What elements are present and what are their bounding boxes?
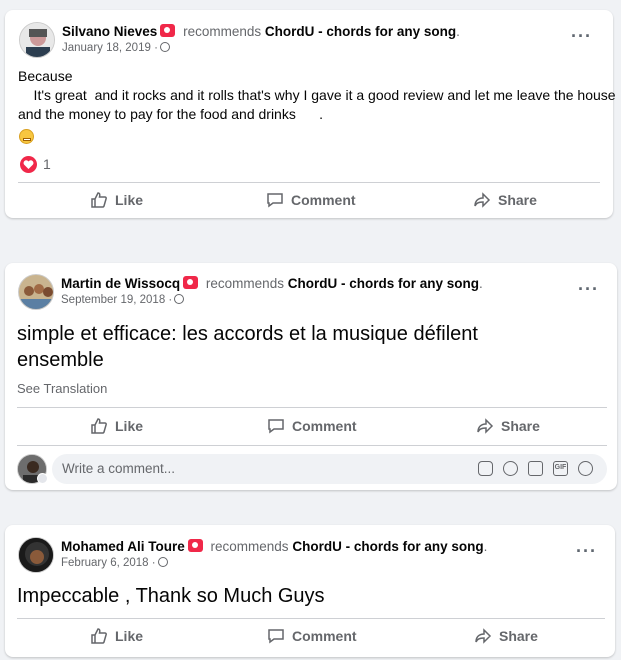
share-button[interactable]: Share bbox=[473, 191, 537, 209]
avatar[interactable] bbox=[19, 22, 55, 58]
post-text: Impeccable , Thank so Much Guys bbox=[17, 583, 325, 609]
gif-icon[interactable]: GIF bbox=[553, 461, 568, 476]
comment-label: Comment bbox=[292, 418, 357, 434]
recommend-badge-icon bbox=[187, 539, 203, 552]
grimacing-face-emoji bbox=[19, 129, 34, 144]
recommend-badge-icon bbox=[183, 276, 199, 289]
post-date[interactable]: January 18, 2019 · bbox=[62, 42, 158, 54]
comment-icon bbox=[268, 419, 284, 434]
recommend-badge-icon bbox=[160, 24, 176, 37]
comment-label: Comment bbox=[292, 628, 357, 644]
emoji-icon[interactable] bbox=[503, 461, 518, 476]
comment-button[interactable]: Comment bbox=[267, 417, 357, 435]
post-card: Martin de Wissocq recommends ChordU - ch… bbox=[5, 263, 617, 490]
recommends-label: recommends bbox=[183, 24, 262, 39]
post-card: Silvano Nieves recommends ChordU - chord… bbox=[5, 10, 616, 218]
post-text: simple et efficace: les accords et la mu… bbox=[17, 321, 478, 373]
share-button[interactable]: Share bbox=[474, 627, 538, 645]
recommends-label: recommends bbox=[210, 539, 289, 554]
share-label: Share bbox=[501, 418, 540, 434]
comment-button[interactable]: Comment bbox=[266, 191, 356, 209]
reaction-count[interactable]: 1 bbox=[43, 156, 51, 172]
avatar[interactable] bbox=[18, 274, 54, 310]
like-label: Like bbox=[115, 628, 144, 644]
author-name[interactable]: Martin de Wissocq bbox=[61, 276, 180, 291]
comment-input[interactable]: Write a comment... GIF bbox=[52, 454, 607, 484]
post-text-line: Impeccable , Thank so Much Guys bbox=[17, 585, 325, 607]
share-icon bbox=[474, 192, 491, 208]
comment-label: Comment bbox=[291, 192, 356, 208]
post-text-line: It's great and it rocks and it rolls tha… bbox=[18, 87, 616, 103]
app-name[interactable]: ChordU - chords for any song bbox=[288, 276, 479, 291]
avatar[interactable] bbox=[18, 537, 54, 573]
thumbs-up-icon bbox=[91, 192, 107, 208]
share-icon bbox=[477, 418, 494, 434]
post-text-line: ensemble bbox=[17, 349, 104, 371]
see-translation-link[interactable]: See Translation bbox=[17, 381, 107, 396]
post-text-line: Because bbox=[18, 68, 73, 84]
comment-icon bbox=[268, 629, 284, 644]
comment-placeholder: Write a comment... bbox=[62, 461, 176, 476]
globe-icon bbox=[159, 42, 170, 52]
post-date[interactable]: February 6, 2018 · bbox=[61, 557, 156, 569]
post-text-line: and the money to pay for the food and dr… bbox=[18, 106, 324, 122]
love-reaction-icon[interactable] bbox=[20, 156, 37, 173]
more-options-button[interactable]: ··· bbox=[576, 541, 597, 562]
author-name[interactable]: Mohamed Ali Toure bbox=[61, 539, 185, 554]
globe-icon bbox=[157, 557, 168, 567]
comment-button[interactable]: Comment bbox=[267, 627, 357, 645]
post-date[interactable]: September 19, 2018 · bbox=[61, 294, 172, 306]
post-card: Mohamed Ali Toure recommends ChordU - ch… bbox=[5, 525, 615, 657]
like-label: Like bbox=[115, 418, 144, 434]
thumbs-up-icon bbox=[91, 628, 107, 644]
more-options-button[interactable]: ··· bbox=[571, 26, 592, 47]
sticker-face-icon[interactable] bbox=[578, 461, 593, 476]
comment-icon bbox=[267, 193, 283, 208]
recommends-label: recommends bbox=[205, 276, 284, 291]
share-button[interactable]: Share bbox=[476, 417, 540, 435]
app-name[interactable]: ChordU - chords for any song bbox=[265, 24, 456, 39]
share-icon bbox=[475, 628, 492, 644]
chevron-down-icon[interactable] bbox=[37, 473, 48, 484]
app-name[interactable]: ChordU - chords for any song bbox=[292, 539, 483, 554]
share-label: Share bbox=[499, 628, 538, 644]
more-options-button[interactable]: ··· bbox=[578, 279, 599, 300]
share-label: Share bbox=[498, 192, 537, 208]
sticker-icon[interactable] bbox=[478, 461, 493, 476]
like-button[interactable]: Like bbox=[90, 627, 143, 645]
author-name[interactable]: Silvano Nieves bbox=[62, 24, 157, 39]
post-text-line: simple et efficace: les accords et la mu… bbox=[17, 323, 478, 345]
like-button[interactable]: Like bbox=[90, 191, 143, 209]
camera-icon[interactable] bbox=[528, 461, 543, 476]
post-text: Because It's great and it rocks and it r… bbox=[18, 67, 616, 124]
thumbs-up-icon bbox=[91, 418, 107, 434]
like-label: Like bbox=[115, 192, 144, 208]
globe-icon bbox=[174, 294, 185, 304]
like-button[interactable]: Like bbox=[90, 417, 143, 435]
